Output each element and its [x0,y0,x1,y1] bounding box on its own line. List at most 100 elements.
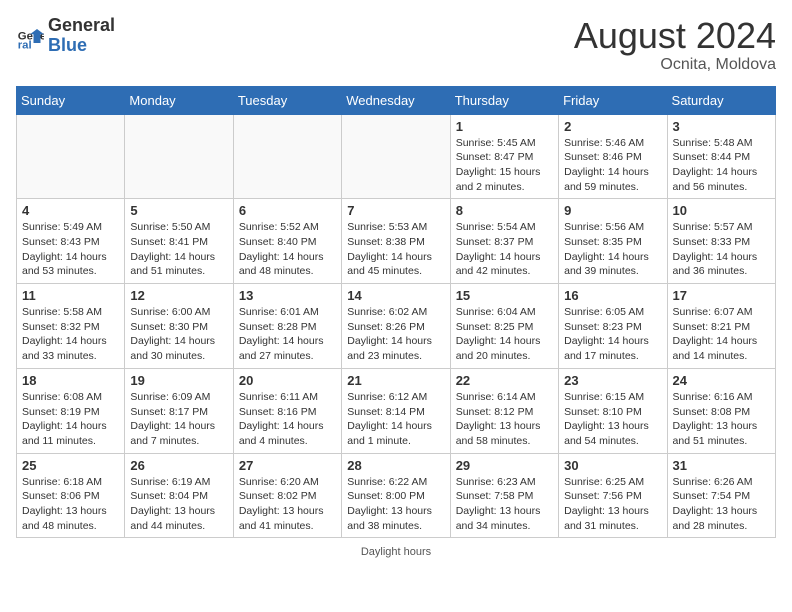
day-info: Sunrise: 5:57 AM Sunset: 8:33 PM Dayligh… [673,220,770,279]
day-info: Sunrise: 6:25 AM Sunset: 7:56 PM Dayligh… [564,475,661,534]
day-info: Sunrise: 5:56 AM Sunset: 8:35 PM Dayligh… [564,220,661,279]
calendar-cell: 9Sunrise: 5:56 AM Sunset: 8:35 PM Daylig… [559,199,667,284]
day-info: Sunrise: 6:01 AM Sunset: 8:28 PM Dayligh… [239,305,336,364]
calendar-cell: 13 Sunrise: 6:01 AM Sunset: 8:28 PM Dayli… [233,284,341,369]
calendar-week-4: 18 Sunrise: 6:08 AM Sunset: 8:19 PM Dayli… [17,368,776,453]
weekday-sunday: Sunday [17,86,125,114]
calendar-cell: 27 Sunrise: 6:20 AM Sunset: 8:02 PM Dayli… [233,453,341,538]
day-number: 7 [347,203,444,218]
weekday-tuesday: Tuesday [233,86,341,114]
day-info: Sunrise: 6:02 AM Sunset: 8:26 PM Dayligh… [347,305,444,364]
calendar-cell: 3Sunrise: 5:48 AM Sunset: 8:44 PM Daylig… [667,114,775,199]
logo-icon: Gene ral [16,22,44,50]
calendar-week-1: 1 Sunrise: 5:45 AM Sunset: 8:47 PM Daylig… [17,114,776,199]
day-info: Sunrise: 6:08 AM Sunset: 8:19 PM Dayligh… [22,390,119,449]
day-info: Sunrise: 6:09 AM Sunset: 8:17 PM Dayligh… [130,390,227,449]
day-info: Sunrise: 6:16 AM Sunset: 8:08 PM Dayligh… [673,390,770,449]
title-block: August 2024 Ocnita, Moldova [574,16,776,74]
day-info: Sunrise: 5:54 AM Sunset: 8:37 PM Dayligh… [456,220,553,279]
calendar-cell [233,114,341,199]
day-number: 1 [456,119,553,134]
day-info: Sunrise: 6:05 AM Sunset: 8:23 PM Dayligh… [564,305,661,364]
logo-text: General Blue [48,16,115,56]
logo: Gene ral General Blue [16,16,115,56]
calendar-cell: 17 Sunrise: 6:07 AM Sunset: 8:21 PM Dayli… [667,284,775,369]
day-number: 26 [130,458,227,473]
calendar-week-5: 25 Sunrise: 6:18 AM Sunset: 8:06 PM Dayli… [17,453,776,538]
calendar-cell: 5 Sunrise: 5:50 AM Sunset: 8:41 PM Daylig… [125,199,233,284]
daylight-label: Daylight hours [361,546,431,558]
day-info: Sunrise: 5:48 AM Sunset: 8:44 PM Dayligh… [673,136,770,195]
svg-text:ral: ral [18,39,32,50]
day-number: 24 [673,373,770,388]
day-info: Sunrise: 5:53 AM Sunset: 8:38 PM Dayligh… [347,220,444,279]
day-number: 22 [456,373,553,388]
day-number: 6 [239,203,336,218]
calendar-table: SundayMondayTuesdayWednesdayThursdayFrid… [16,86,776,539]
day-number: 13 [239,288,336,303]
location: Ocnita, Moldova [574,56,776,74]
day-info: Sunrise: 6:12 AM Sunset: 8:14 PM Dayligh… [347,390,444,449]
day-number: 5 [130,203,227,218]
day-info: Sunrise: 6:04 AM Sunset: 8:25 PM Dayligh… [456,305,553,364]
weekday-friday: Friday [559,86,667,114]
calendar-cell: 16 Sunrise: 6:05 AM Sunset: 8:23 PM Dayli… [559,284,667,369]
day-info: Sunrise: 6:00 AM Sunset: 8:30 PM Dayligh… [130,305,227,364]
day-number: 21 [347,373,444,388]
day-number: 17 [673,288,770,303]
calendar-cell: 19 Sunrise: 6:09 AM Sunset: 8:17 PM Dayli… [125,368,233,453]
day-info: Sunrise: 6:22 AM Sunset: 8:00 PM Dayligh… [347,475,444,534]
day-info: Sunrise: 6:19 AM Sunset: 8:04 PM Dayligh… [130,475,227,534]
day-number: 19 [130,373,227,388]
day-info: Sunrise: 6:14 AM Sunset: 8:12 PM Dayligh… [456,390,553,449]
day-number: 16 [564,288,661,303]
calendar-cell: 7 Sunrise: 5:53 AM Sunset: 8:38 PM Daylig… [342,199,450,284]
page-header: Gene ral General Blue August 2024 Ocnita… [16,16,776,74]
calendar-week-2: 4Sunrise: 5:49 AM Sunset: 8:43 PM Daylig… [17,199,776,284]
calendar-cell: 20Sunrise: 6:11 AM Sunset: 8:16 PM Dayli… [233,368,341,453]
day-info: Sunrise: 6:07 AM Sunset: 8:21 PM Dayligh… [673,305,770,364]
calendar-week-3: 11 Sunrise: 5:58 AM Sunset: 8:32 PM Dayli… [17,284,776,369]
calendar-cell: 15 Sunrise: 6:04 AM Sunset: 8:25 PM Dayli… [450,284,558,369]
calendar-cell: 31Sunrise: 6:26 AM Sunset: 7:54 PM Dayli… [667,453,775,538]
weekday-wednesday: Wednesday [342,86,450,114]
calendar-cell: 22 Sunrise: 6:14 AM Sunset: 8:12 PM Dayli… [450,368,558,453]
weekday-saturday: Saturday [667,86,775,114]
day-number: 20 [239,373,336,388]
day-info: Sunrise: 6:23 AM Sunset: 7:58 PM Dayligh… [456,475,553,534]
calendar-cell: 4Sunrise: 5:49 AM Sunset: 8:43 PM Daylig… [17,199,125,284]
weekday-thursday: Thursday [450,86,558,114]
calendar-cell: 11 Sunrise: 5:58 AM Sunset: 8:32 PM Dayli… [17,284,125,369]
day-number: 4 [22,203,119,218]
weekday-header-row: SundayMondayTuesdayWednesdayThursdayFrid… [17,86,776,114]
calendar-cell: 18 Sunrise: 6:08 AM Sunset: 8:19 PM Dayli… [17,368,125,453]
calendar-cell: 8Sunrise: 5:54 AM Sunset: 8:37 PM Daylig… [450,199,558,284]
calendar-cell [17,114,125,199]
day-number: 18 [22,373,119,388]
weekday-monday: Monday [125,86,233,114]
day-number: 25 [22,458,119,473]
day-info: Sunrise: 5:58 AM Sunset: 8:32 PM Dayligh… [22,305,119,364]
calendar-cell: 25 Sunrise: 6:18 AM Sunset: 8:06 PM Dayli… [17,453,125,538]
calendar-cell: 10 Sunrise: 5:57 AM Sunset: 8:33 PM Dayli… [667,199,775,284]
day-info: Sunrise: 6:18 AM Sunset: 8:06 PM Dayligh… [22,475,119,534]
calendar-cell: 6Sunrise: 5:52 AM Sunset: 8:40 PM Daylig… [233,199,341,284]
calendar-cell: 26 Sunrise: 6:19 AM Sunset: 8:04 PM Dayli… [125,453,233,538]
day-number: 27 [239,458,336,473]
logo-general: General [48,15,115,35]
day-number: 15 [456,288,553,303]
day-number: 12 [130,288,227,303]
day-number: 11 [22,288,119,303]
calendar-cell: 30Sunrise: 6:25 AM Sunset: 7:56 PM Dayli… [559,453,667,538]
calendar-cell: 29 Sunrise: 6:23 AM Sunset: 7:58 PM Dayli… [450,453,558,538]
footer-note: Daylight hours [16,546,776,558]
day-info: Sunrise: 6:20 AM Sunset: 8:02 PM Dayligh… [239,475,336,534]
day-info: Sunrise: 6:26 AM Sunset: 7:54 PM Dayligh… [673,475,770,534]
logo-blue: Blue [48,35,87,55]
day-info: Sunrise: 5:45 AM Sunset: 8:47 PM Dayligh… [456,136,553,195]
day-info: Sunrise: 5:50 AM Sunset: 8:41 PM Dayligh… [130,220,227,279]
day-number: 10 [673,203,770,218]
calendar-cell: 21 Sunrise: 6:12 AM Sunset: 8:14 PM Dayli… [342,368,450,453]
day-number: 29 [456,458,553,473]
day-number: 2 [564,119,661,134]
